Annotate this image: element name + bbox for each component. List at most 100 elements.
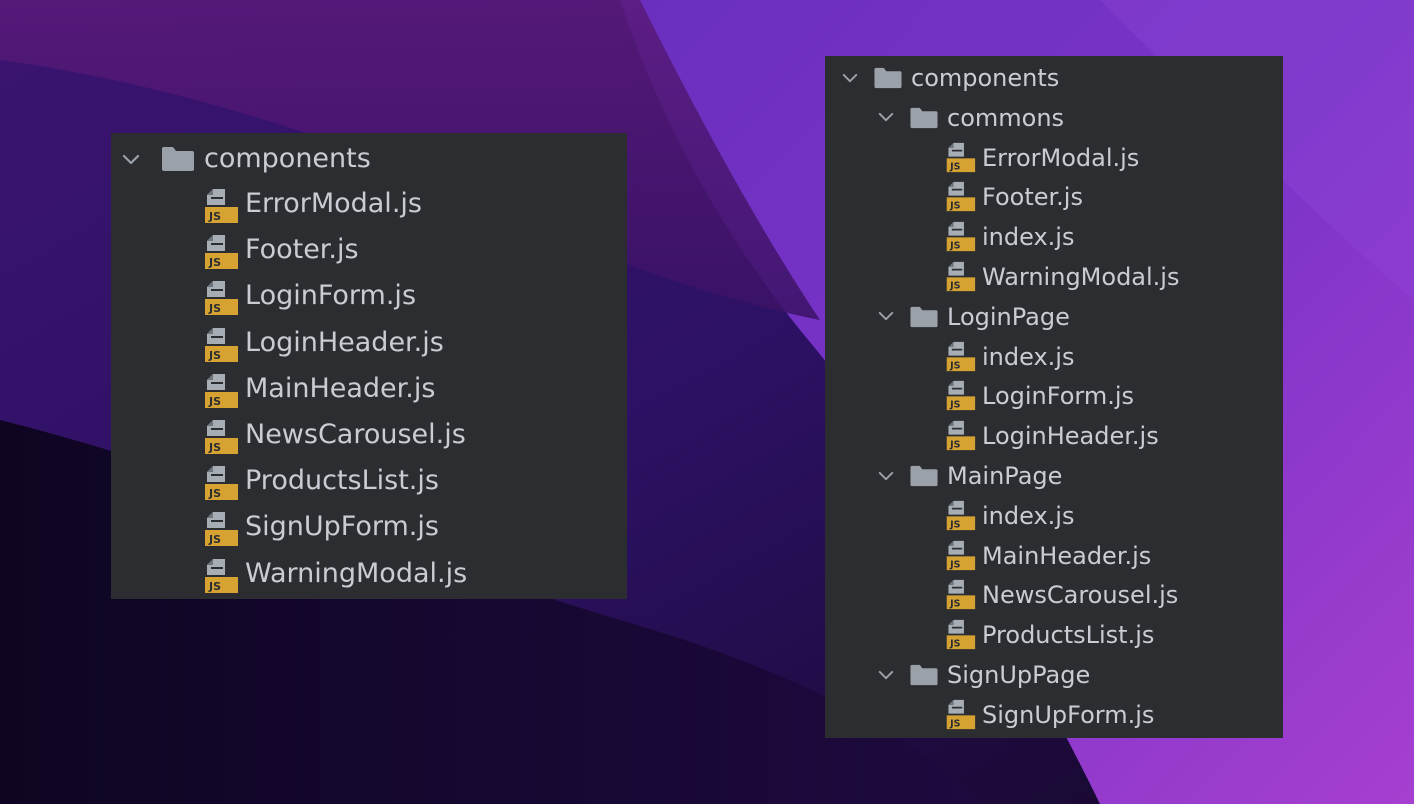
folder-icon [909, 664, 939, 686]
js-file-icon: JS [945, 419, 976, 452]
js-file-icon: JS [945, 578, 976, 611]
tree-file-item[interactable]: JS SignUpForm.js [825, 695, 1283, 735]
chevron-down-icon[interactable] [875, 664, 897, 686]
svg-text:JS: JS [949, 519, 961, 530]
tree-item-label: SignUpForm.js [245, 511, 439, 543]
svg-text:JS: JS [949, 400, 961, 411]
tree-file-item[interactable]: JS MainHeader.js [825, 536, 1283, 576]
svg-text:JS: JS [949, 161, 961, 172]
tree-item-label: index.js [982, 223, 1075, 252]
folder-icon [909, 107, 939, 129]
js-file-icon: JS [203, 187, 239, 225]
svg-text:JS: JS [208, 302, 221, 315]
tree-folder-signuppage[interactable]: SignUpPage [825, 655, 1283, 695]
tree-item-label: SignUpPage [947, 661, 1091, 689]
tree-item-label: ErrorModal.js [245, 188, 422, 219]
tree-file-item[interactable]: JS Footer.js [111, 229, 627, 275]
chevron-down-icon[interactable] [875, 107, 897, 129]
tree-item-label: LoginHeader.js [245, 326, 444, 358]
tree-item-label: index.js [982, 501, 1075, 530]
tree-file-item[interactable]: JS LoginForm.js [825, 376, 1283, 416]
tree-folder-mainpage[interactable]: MainPage [825, 456, 1283, 496]
folder-icon [909, 465, 939, 487]
js-file-icon: JS [203, 326, 239, 364]
svg-text:JS: JS [208, 441, 221, 454]
js-file-icon: JS [203, 372, 239, 410]
tree-item-label: MainPage [947, 462, 1063, 490]
svg-text:JS: JS [208, 533, 221, 546]
folder-icon [873, 67, 903, 89]
tree-file-item[interactable]: JS LoginHeader.js [825, 416, 1283, 456]
tree-folder-loginpage[interactable]: LoginPage [825, 297, 1283, 337]
svg-text:JS: JS [949, 718, 961, 729]
svg-text:JS: JS [208, 349, 221, 362]
tree-file-item[interactable]: JS index.js [825, 217, 1283, 257]
tree-item-label: components [204, 143, 371, 174]
tree-item-label: NewsCarousel.js [982, 581, 1179, 610]
svg-text:JS: JS [949, 559, 961, 570]
tree-file-item[interactable]: JS LoginForm.js [111, 275, 627, 321]
js-file-icon: JS [945, 141, 976, 174]
svg-text:JS: JS [208, 210, 221, 223]
tree-file-item[interactable]: JS LoginHeader.js [111, 322, 627, 368]
chevron-down-icon[interactable] [875, 465, 897, 487]
tree-file-item[interactable]: JS WarningModal.js [825, 257, 1283, 297]
chevron-down-icon[interactable] [875, 306, 897, 328]
svg-text:JS: JS [949, 281, 961, 292]
tree-file-item[interactable]: JS NewsCarousel.js [111, 414, 627, 460]
tree-item-label: components [911, 64, 1060, 92]
tree-item-label: NewsCarousel.js [245, 419, 466, 450]
tree-file-item[interactable]: JS SignUpForm.js [111, 506, 627, 552]
tree-item-label: Footer.js [982, 183, 1083, 212]
project-tree-nested: components commons JS ErrorModal.js JS Footer… [825, 56, 1283, 738]
tree-file-item[interactable]: JS Footer.js [825, 177, 1283, 217]
tree-file-item[interactable]: JS ErrorModal.js [111, 183, 627, 229]
tree-file-item[interactable]: JS WarningModal.js [111, 553, 627, 599]
js-file-icon: JS [945, 340, 976, 373]
tree-file-item[interactable]: JS MainHeader.js [111, 368, 627, 414]
tree-item-label: LoginPage [947, 302, 1070, 331]
tree-item-label: ErrorModal.js [982, 143, 1140, 172]
tree-file-item[interactable]: JS ProductsList.js [825, 615, 1283, 655]
tree-file-item[interactable]: JS index.js [825, 337, 1283, 377]
js-file-icon: JS [945, 618, 976, 651]
tree-item-label: WarningModal.js [245, 557, 468, 589]
folder-icon [161, 146, 195, 172]
js-file-icon: JS [203, 418, 239, 456]
tree-file-item[interactable]: JS ProductsList.js [111, 460, 627, 506]
tree-item-label: WarningModal.js [982, 263, 1180, 291]
js-file-icon: JS [945, 698, 976, 731]
js-file-icon: JS [945, 220, 976, 253]
svg-text:JS: JS [949, 599, 961, 610]
tree-item-label: ProductsList.js [982, 621, 1155, 650]
chevron-down-icon[interactable] [839, 67, 861, 89]
svg-text:JS: JS [208, 256, 221, 269]
tree-item-label: SignUpForm.js [982, 700, 1155, 729]
svg-text:JS: JS [949, 201, 961, 212]
project-tree-flat: components JS ErrorModal.js JS Footer.js JS L… [111, 133, 627, 599]
tree-file-item[interactable]: JS index.js [825, 496, 1283, 536]
js-file-icon: JS [945, 260, 976, 293]
chevron-down-icon[interactable] [120, 149, 142, 171]
js-file-icon: JS [203, 464, 239, 502]
tree-folder-components[interactable]: components [825, 58, 1283, 98]
folder-icon [909, 306, 939, 328]
tree-item-label: MainHeader.js [245, 372, 436, 404]
tree-file-item[interactable]: JS NewsCarousel.js [825, 575, 1283, 615]
tree-item-label: ProductsList.js [245, 465, 439, 497]
js-file-icon: JS [945, 499, 976, 532]
tree-folder-components[interactable]: components [111, 137, 627, 183]
tree-item-label: index.js [982, 342, 1075, 371]
js-file-icon: JS [203, 557, 239, 595]
svg-text:JS: JS [949, 241, 961, 252]
tree-folder-commons[interactable]: commons [825, 98, 1283, 138]
tree-item-label: Footer.js [245, 234, 359, 266]
svg-text:JS: JS [208, 580, 221, 593]
tree-item-label: commons [947, 103, 1065, 132]
svg-text:JS: JS [208, 395, 221, 408]
svg-text:JS: JS [949, 440, 961, 451]
tree-file-item[interactable]: JS ErrorModal.js [825, 138, 1283, 178]
svg-text:JS: JS [949, 639, 961, 650]
tree-item-label: LoginForm.js [245, 280, 417, 312]
js-file-icon: JS [945, 180, 976, 213]
